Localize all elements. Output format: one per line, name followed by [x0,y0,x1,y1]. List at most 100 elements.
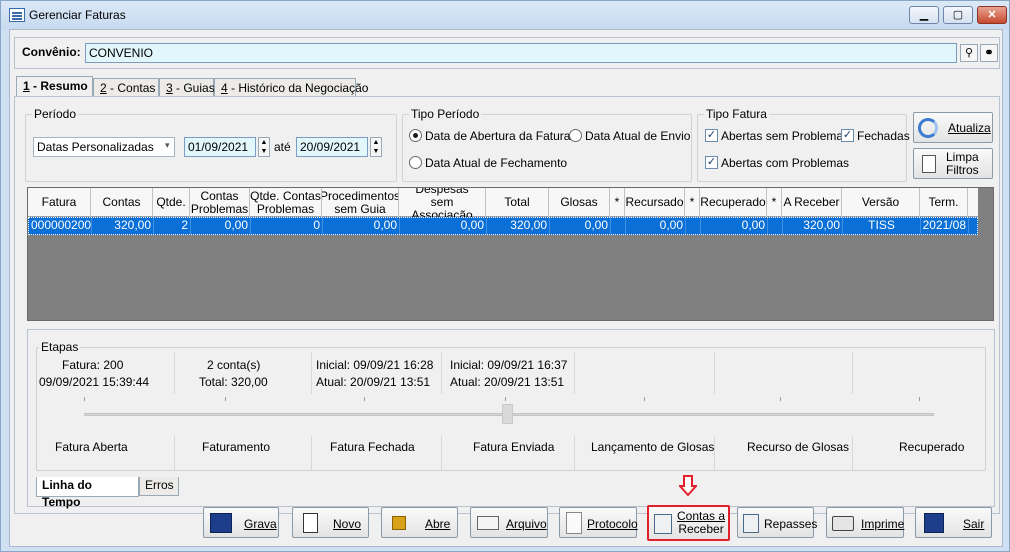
column-header[interactable]: Contas [91,188,153,217]
close-button[interactable]: ✕ [977,6,1007,24]
contas-a-label: Contas a [677,509,726,523]
date-to-spinner[interactable]: ▲ ▼ [370,137,382,157]
separator [311,436,312,470]
column-header[interactable]: Glosas [549,188,610,217]
tab-erros[interactable]: Erros [139,477,179,496]
column-header-text: Qtde. [156,196,185,209]
column-header[interactable]: A Receber [782,188,842,217]
binoculars-icon[interactable]: ⚭ [980,44,998,62]
protocolo-label: Protocolo [587,517,638,531]
date-from-spinner[interactable]: ▲ ▼ [258,137,270,157]
limpa-filtros-button[interactable]: Limpa Filtros [913,148,993,179]
check-fechadas-label: Fechadas [857,129,910,143]
tab-historico-key: 4 [221,81,228,95]
tab-contas-key: 2 [100,81,107,95]
table-row[interactable]: 000000200 320,00 2 0,00 0 0,00 0,00 320,00 0,00 0… [28,217,978,235]
check-abertas-sem[interactable]: ✓ [705,129,718,142]
check-abertas-com-label: Abertas com Problemas [721,156,850,170]
main-window: Gerenciar Faturas ▁ ▢ ✕ Convênio: CONVEN… [0,0,1010,552]
convenio-field[interactable]: CONVENIO [85,43,957,63]
tab-contas[interactable]: 2 - Contas [93,78,159,97]
table-cell: 0,00 [400,218,487,234]
column-header[interactable]: * [767,188,782,217]
tab-linha-do-tempo[interactable]: Linha do Tempo [36,477,139,509]
check-fechadas[interactable]: ✓ [841,129,854,142]
column-header[interactable]: Qtde. Contas Problemas [250,188,322,217]
column-header-text: A Receber [783,196,839,209]
column-header[interactable]: * [685,188,700,217]
column-header[interactable]: Versão [842,188,920,217]
column-header-line: Qtde. [156,195,186,209]
column-header-text: Recuperado [700,196,765,209]
atualiza-button[interactable]: Atualiza [913,112,993,143]
tab-resumo-key: 1 [23,79,30,93]
contas-a-receber-button[interactable]: Contas a Receber [647,505,730,541]
table-header: Fatura Contas Qtde. Contas Problemas Qtde. Co… [28,188,978,217]
column-header[interactable]: Total [486,188,549,217]
column-header[interactable]: * [610,188,625,217]
column-header[interactable]: Term. [920,188,968,217]
repasses-button[interactable]: Repasses [737,507,817,538]
separator [174,352,175,394]
calculator-icon [743,514,759,533]
table-cell: 0 [251,218,323,234]
column-header-text: Versão [862,196,899,209]
radio-fechamento[interactable] [409,156,422,169]
abre-button[interactable]: Abre [381,507,458,538]
sair-button[interactable]: Sair [915,507,992,538]
date-to-field[interactable]: 20/09/2021 [296,137,368,157]
radio-envio[interactable] [569,129,582,142]
tick-mark [780,397,781,401]
check-abertas-sem-label: Abertas sem Problemas [721,129,850,143]
periodo-select[interactable]: Datas Personalizadas [33,137,175,157]
date-from-field[interactable]: 01/09/2021 [184,137,256,157]
column-header[interactable]: Recursado [625,188,685,217]
column-header[interactable]: Procedimentos sem Guia [322,188,399,217]
minimize-button[interactable]: ▁ [909,6,939,24]
column-header-line: Problemas [190,201,249,216]
table-cell: 320,00 [487,218,550,234]
check-abertas-com[interactable]: ✓ [705,156,718,169]
column-header-line: Procedimentos [322,188,399,203]
tab-resumo[interactable]: 1 - Resumo [16,76,93,97]
arquivo-button[interactable]: Arquivo [470,507,548,538]
maximize-button[interactable]: ▢ [943,6,973,24]
printer-icon [832,516,854,531]
imprime-button[interactable]: Imprime [826,507,904,538]
column-header-text: Contas Problemas [190,188,249,216]
column-header-text: Despesas sem Associação [399,188,485,217]
faturas-table[interactable]: Fatura Contas Qtde. Contas Problemas Qtde. Co… [27,187,994,321]
table-cell: 2021/08 [921,218,969,234]
tab-guias-label: - Guias [172,81,215,95]
column-header[interactable]: Qtde. [153,188,190,217]
column-header[interactable]: Recuperado [700,188,767,217]
tick-mark [919,397,920,401]
client-area: Convênio: CONVENIO ⚲ ⚭ 1 - Resumo 2 - Co… [9,29,1003,547]
column-header[interactable]: Fatura [28,188,91,217]
grava-button[interactable]: Grava [203,507,279,538]
radio-abertura[interactable] [409,129,422,142]
tab-historico[interactable]: 4 - Histórico da Negociação [214,78,368,97]
enviada-inicial: Inicial: 09/09/21 16:37 [450,358,568,372]
column-header-line: * [614,195,620,209]
table-cell: 320,00 [92,218,154,234]
search-icon[interactable]: ⚲ [960,44,978,62]
stage-label: Fatura Enviada [473,440,555,454]
receipt-icon [566,512,582,534]
column-header[interactable]: Contas Problemas [190,188,250,217]
tab-guias[interactable]: 3 - Guias [159,78,215,97]
column-header-text: Contas [102,196,140,209]
protocolo-button[interactable]: Protocolo [559,507,638,538]
chevron-down-icon[interactable]: ▾ [165,140,170,151]
novo-label: Novo [333,517,362,531]
novo-button[interactable]: Novo [292,507,369,538]
column-header-text: Recursado [625,196,683,209]
timeline-slider-handle[interactable] [502,404,513,424]
enviada-atual: Atual: 20/09/21 13:51 [450,375,565,389]
column-header-line: Contas [200,188,239,203]
tab-historico-label: - Histórico da Negociação [227,81,369,95]
column-header[interactable]: Despesas sem Associação [399,188,486,217]
table-cell: 0,00 [701,218,768,234]
atualiza-label: Atualiza [948,121,991,135]
sair-label: Sair [963,517,985,531]
